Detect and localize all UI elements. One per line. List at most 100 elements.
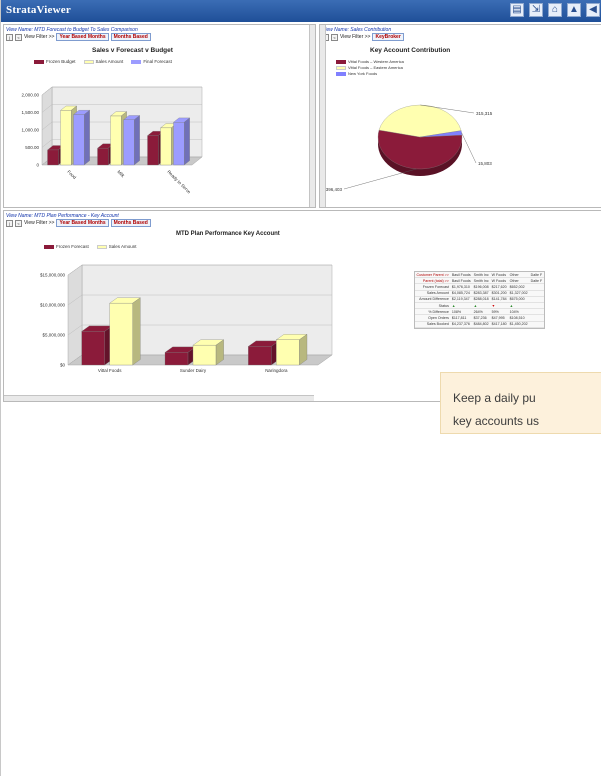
nav-prev-button[interactable]: < (331, 33, 338, 41)
sales-forecast-budget-chart: 2,000.00 1,500.00 1,000.00 500.00 0 Food Milk R… (21, 86, 203, 195)
print-icon[interactable]: ▤ (510, 3, 524, 17)
chart-legend: Frozen Budget Sales Amount Final Forecas… (34, 59, 172, 64)
bar-0-2-front (248, 346, 272, 366)
view-filter-label: View Filter >> (24, 34, 55, 40)
bar-0-1 (164, 346, 197, 366)
pie-legend: Vittal Foods – Western America Vittal Fo… (336, 59, 404, 76)
y-tick-label: 500.00 (25, 145, 39, 150)
application-frame: StrataViewer ▤ ⇲ ⌂ ▲ ◀ View Name: MTD Fo… (0, 0, 601, 776)
chart-icon[interactable]: ▲ (567, 3, 581, 17)
legend-label: Sales Amount (108, 244, 137, 249)
bar-2-0 (73, 109, 91, 166)
toolbar: ▤ ⇲ ⌂ ▲ ◀ (510, 3, 600, 17)
horizontal-scrollbar[interactable] (4, 395, 314, 401)
bar-2-2 (173, 117, 191, 166)
bar-1-2-front (276, 339, 300, 366)
nav-prev-button[interactable]: < (15, 219, 22, 227)
bar-2-1-side (134, 115, 140, 166)
table-cell (529, 321, 544, 328)
legend-item: Sales Amount (96, 244, 137, 249)
performance-table: Customer Parent >> Basil Foods Smith Inc W … (415, 272, 544, 328)
vertical-scrollbar[interactable] (309, 25, 315, 207)
pie-slice-1 (378, 104, 462, 138)
y-tick-label: $5,000,000 (42, 333, 65, 338)
table-cell: $484,802 (472, 321, 491, 328)
bar-0-1-front (164, 352, 189, 366)
bar-1-1 (192, 339, 225, 366)
bar-0-0-front (47, 149, 59, 166)
legend-label: Vittal Foods – Western America (348, 59, 404, 64)
bar-1-1-front (110, 115, 122, 166)
y-tick-label: $0 (60, 363, 66, 368)
mtd-plan-performance-chart: $15,000,000 $10,000,000 $5,000,000 $0 Vittal… (40, 264, 333, 373)
legend-item: Final Forecast (131, 59, 172, 64)
bar-0-1-front (97, 148, 109, 166)
pie-data-label: 315,315 (476, 111, 493, 116)
bar-2-0-front (73, 114, 85, 166)
nav-prev-button[interactable]: < (15, 33, 22, 41)
table-row: Sales Booked $4,237,376 $484,802 $417,180 $1… (415, 321, 544, 328)
bar-1-2-front (160, 127, 172, 166)
legend-item: Vittal Foods – Western America (336, 59, 404, 64)
bar-2-1-front (123, 119, 135, 166)
pie-data-label: 15,803 (478, 161, 492, 166)
sales-forecast-budget-panel: View Name: MTD Forecast to Budget To Sal… (3, 24, 316, 208)
y-tick-label: $15,000,000 (40, 273, 66, 278)
y-tick-label: 1,000.00 (21, 128, 39, 133)
dashboard-content: View Name: MTD Forecast to Budget To Sal… (1, 22, 601, 434)
table-cell: $4,237,376 (450, 321, 473, 328)
filter-year-based-months[interactable]: Year Based Months (56, 219, 109, 227)
x-category-label: Naringdora (265, 368, 288, 373)
bar-2-1 (123, 115, 141, 166)
nav-first-button[interactable]: | (6, 219, 13, 227)
chart-title: MTD Plan Performance Key Account (176, 231, 280, 237)
app-title: StrataViewer (6, 4, 71, 16)
bar-1-0-front (60, 110, 72, 166)
vertical-scrollbar[interactable] (320, 25, 326, 207)
bar-1-2-side (299, 334, 308, 366)
filter-months-based[interactable]: Months Based (110, 33, 151, 41)
filter-months-based[interactable]: Months Based (110, 219, 151, 227)
view-filter-label: View Filter >> (340, 34, 371, 40)
legend-label: Frozen Budget (46, 59, 76, 64)
bar-2-0-side (84, 109, 90, 166)
nav-first-button[interactable]: | (6, 33, 13, 41)
bar-0-2 (247, 340, 280, 366)
title-bar: StrataViewer ▤ ⇲ ⌂ ▲ ◀ (1, 0, 601, 22)
filter-keybroker[interactable]: KeyBroker (372, 33, 404, 41)
chart-legend: Frozen Forecast Sales Amount (44, 244, 137, 249)
filter-year-based-months[interactable]: Year Based Months (56, 33, 109, 41)
x-category-label: Milk (116, 169, 126, 179)
legend-label: Vittal Foods – Eastern America (348, 65, 403, 70)
view-filter-bar: | < View Filter >> Year Based Months Mon… (6, 219, 151, 227)
pie-data-label: 396,403 (326, 187, 343, 192)
back-icon[interactable]: ◀ (586, 3, 600, 17)
bar-1-2 (275, 334, 308, 366)
key-account-contribution-chart: 396,403 315,315 15,803 (326, 104, 493, 192)
bar-0-0 (81, 325, 113, 366)
view-filter-label: View Filter >> (24, 220, 55, 226)
legend-label: Final Forecast (143, 59, 172, 64)
legend-label: Sales Amount (95, 59, 124, 64)
table-cell: $417,180 (490, 321, 509, 328)
callout-text: Keep a daily pu key accounts us (453, 391, 540, 428)
legend-label: Frozen Forecast (56, 244, 89, 249)
chart-side-wall (67, 264, 83, 366)
legend-item: Frozen Budget (34, 59, 76, 64)
bar-2-2-front (173, 122, 185, 166)
x-category-label: Ready to Serve (166, 169, 192, 195)
bar-2-2-side (184, 117, 190, 166)
table-cell: $1,450,202 (508, 321, 530, 328)
y-tick-label: 1,500.00 (21, 110, 39, 115)
y-tick-label: 2,000.00 (21, 93, 39, 98)
export-icon[interactable]: ⇲ (529, 3, 543, 17)
view-filter-bar: | < View Filter >> KeyBroker (322, 33, 404, 41)
bar-1-0-side (132, 297, 141, 366)
bar-1-0 (109, 297, 141, 366)
legend-item: Frozen Forecast (44, 244, 89, 249)
key-account-contribution-panel: View Name: Sales Contribution | < View F… (319, 24, 601, 208)
pie-leader-line (461, 132, 477, 164)
home-icon[interactable]: ⌂ (548, 3, 562, 17)
legend-item: New York Foods (336, 71, 404, 76)
bar-1-0-front (109, 303, 133, 366)
